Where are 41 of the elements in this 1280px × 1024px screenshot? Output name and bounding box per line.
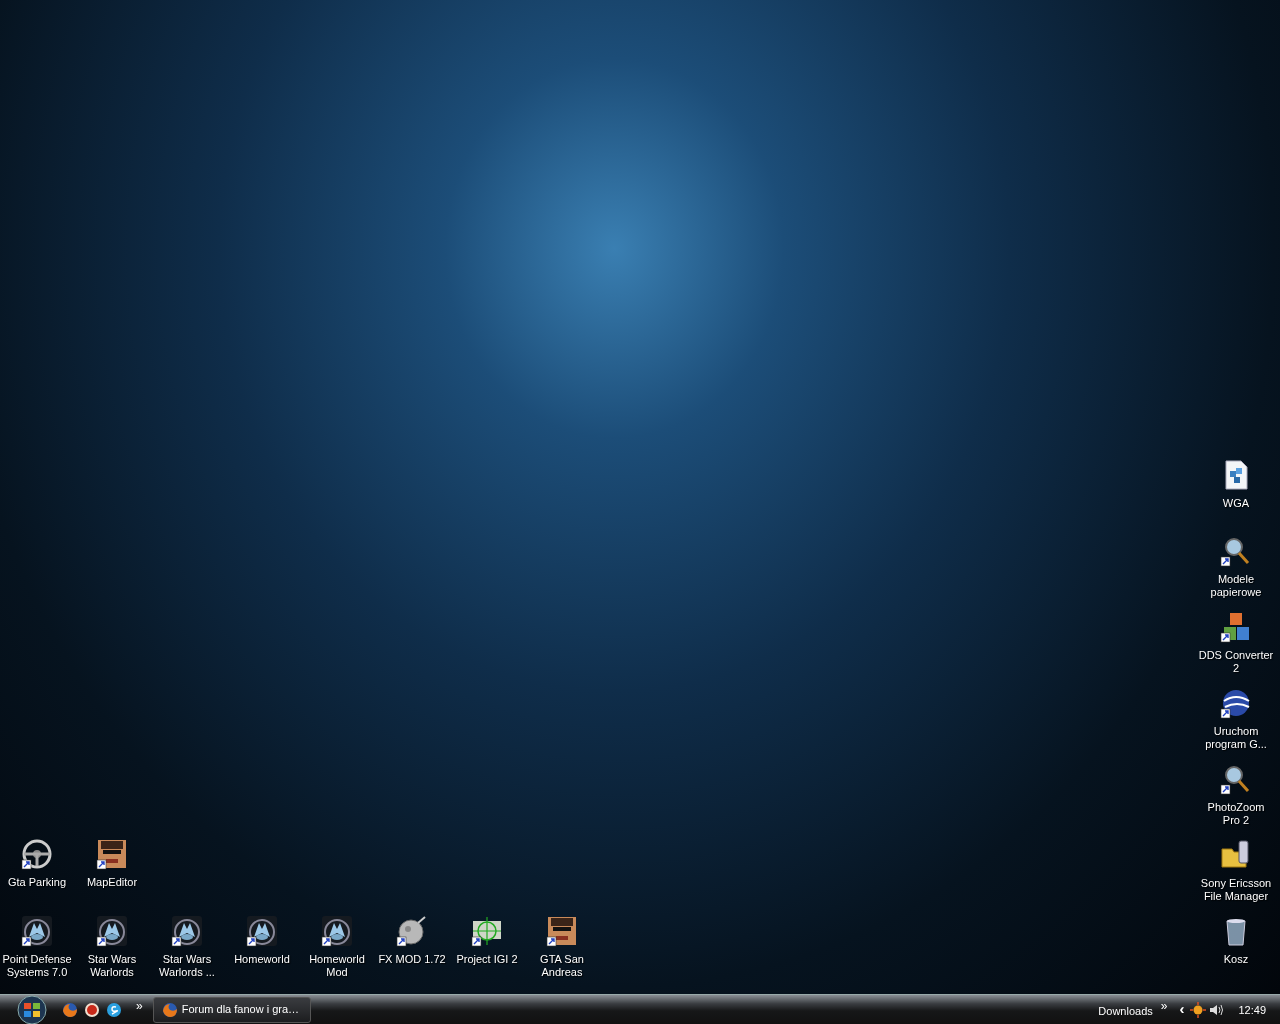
browser-icon[interactable] [62, 1001, 78, 1018]
icon-label[interactable]: Uruchom program G... [1198, 725, 1274, 751]
magnifier-icon[interactable] [1220, 763, 1252, 795]
icon-label[interactable]: MapEditor [86, 876, 138, 889]
more-chevron[interactable]: » [136, 997, 143, 1015]
spaceship-icon[interactable] [246, 915, 278, 947]
folder-phone-icon[interactable] [1220, 839, 1252, 871]
sphere-icon[interactable] [396, 915, 428, 947]
more-chevron[interactable]: » [1160, 997, 1168, 1015]
crosshair-icon[interactable] [471, 915, 503, 947]
icon-label[interactable]: DDS Converter 2 [1198, 649, 1274, 675]
icon-label[interactable]: FX MOD 1.72 [378, 953, 446, 966]
icon-label[interactable]: Gta Parking [7, 876, 67, 889]
clock[interactable]: 12:49 [1238, 1002, 1266, 1019]
spaceship-icon[interactable] [21, 915, 53, 947]
icon-label[interactable]: WGA [1222, 497, 1250, 510]
icon-label[interactable]: Project IGI 2 [456, 953, 518, 966]
spaceship-icon[interactable] [96, 915, 128, 947]
icon-label[interactable]: Modele papierowe [1198, 573, 1274, 599]
icon-label[interactable]: Homeworld [234, 953, 290, 966]
icon-label[interactable]: Star Wars Warlords [74, 953, 150, 979]
toy-blocks-icon[interactable] [1220, 611, 1252, 643]
taskbar-button[interactable]: Forum dla fanow i gra… [152, 996, 311, 1023]
icon-label[interactable]: GTA San Andreas [524, 953, 600, 979]
icon-label[interactable]: Star Wars Warlords ... [149, 953, 225, 979]
spaceship-icon[interactable] [321, 915, 353, 947]
icon-label[interactable]: Kosz [1223, 953, 1249, 966]
browser-icon [161, 1001, 178, 1018]
tray-expand-arrow[interactable]: ‹ [1179, 998, 1185, 1021]
chat-icon[interactable] [106, 1001, 122, 1018]
magnifier-icon[interactable] [1220, 535, 1252, 567]
globe-icon[interactable] [1220, 687, 1252, 719]
toolbar-label[interactable]: Downloads [1098, 1003, 1153, 1020]
icon-label[interactable]: Sony Ericsson File Manager [1198, 877, 1274, 903]
sun-icon[interactable] [1190, 1001, 1207, 1018]
steering-wheel-icon[interactable] [21, 838, 53, 870]
spaceship-icon[interactable] [171, 915, 203, 947]
app-circle-icon[interactable] [84, 1001, 100, 1018]
icon-label[interactable]: Point Defense Systems 7.0 [0, 953, 75, 979]
icon-label[interactable]: Homeworld Mod [299, 953, 375, 979]
icon-label[interactable]: PhotoZoom Pro 2 [1198, 801, 1274, 827]
